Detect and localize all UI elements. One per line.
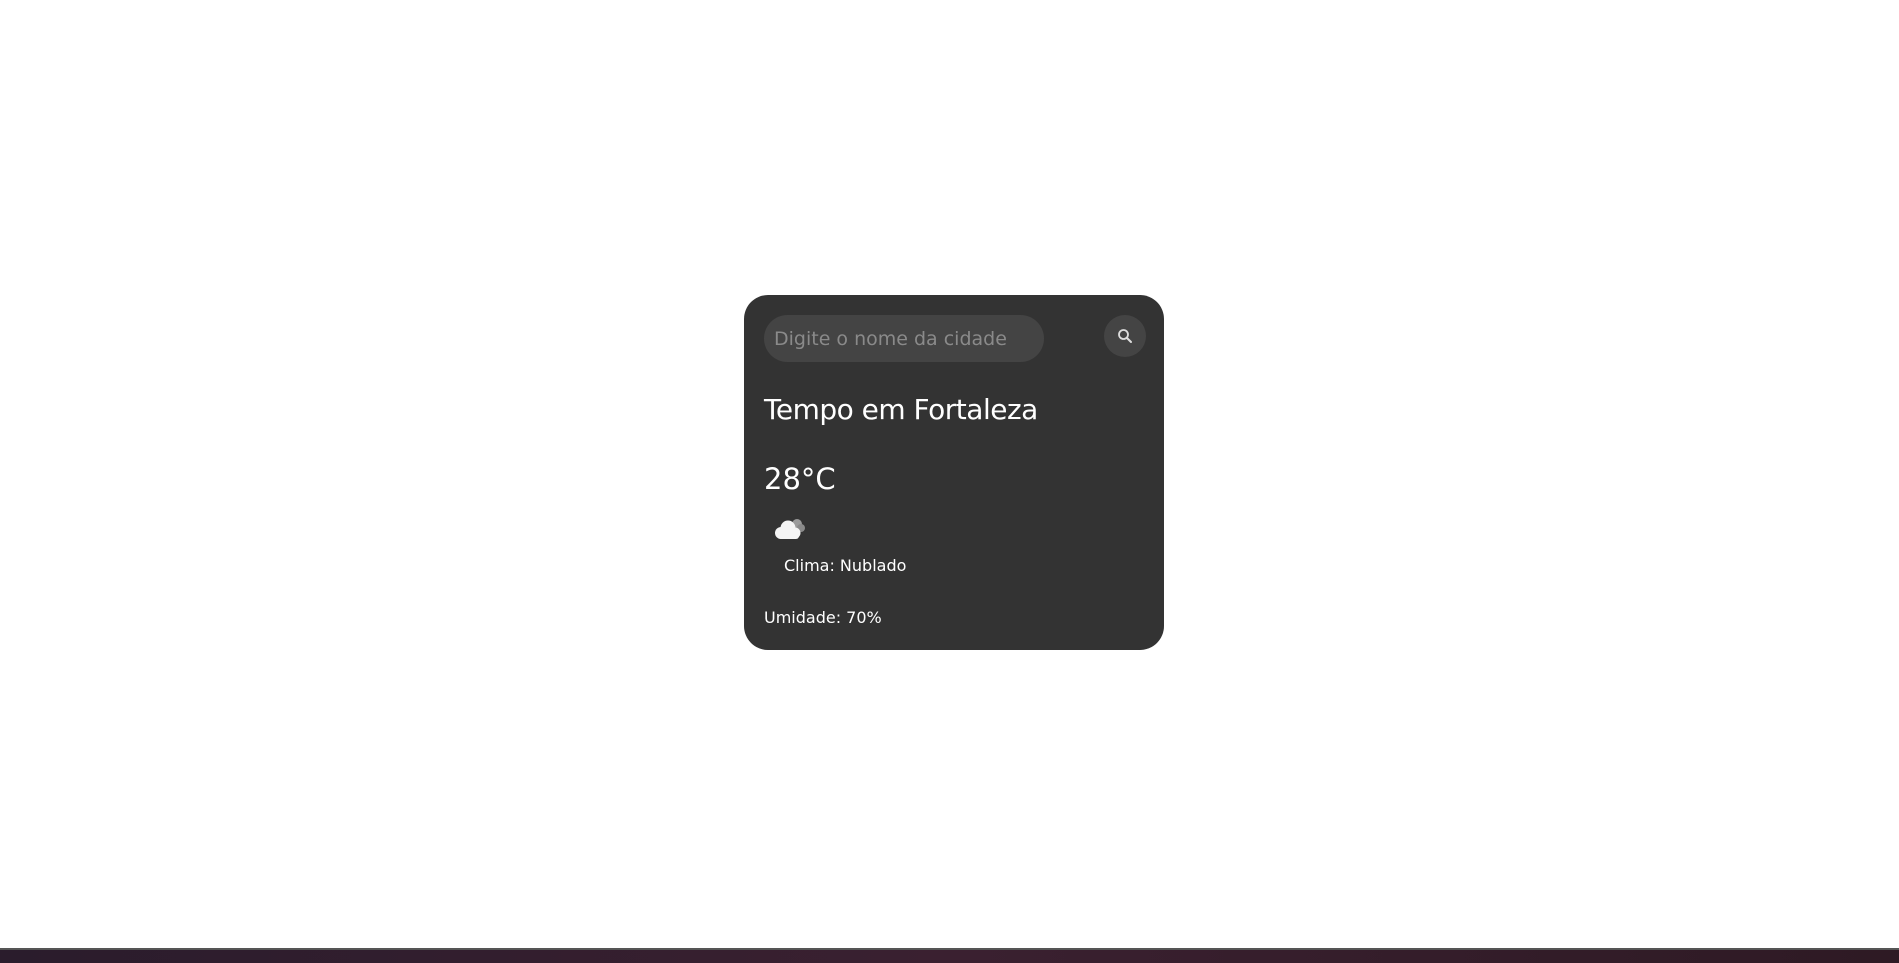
search-input[interactable] bbox=[764, 315, 1044, 362]
weather-description: Clima: Nublado bbox=[784, 556, 907, 575]
page: Tempo em Fortaleza 28°C Clima: Nublado U… bbox=[0, 0, 1899, 963]
search-button[interactable] bbox=[1104, 315, 1146, 357]
search-icon bbox=[1118, 329, 1132, 343]
humidity: Umidade: 70% bbox=[764, 608, 882, 627]
cloud-icon bbox=[775, 519, 805, 539]
city-title: Tempo em Fortaleza bbox=[764, 393, 1038, 426]
temperature: 28°C bbox=[764, 462, 836, 496]
weather-card: Tempo em Fortaleza 28°C Clima: Nublado U… bbox=[744, 295, 1164, 650]
taskbar bbox=[0, 948, 1899, 963]
